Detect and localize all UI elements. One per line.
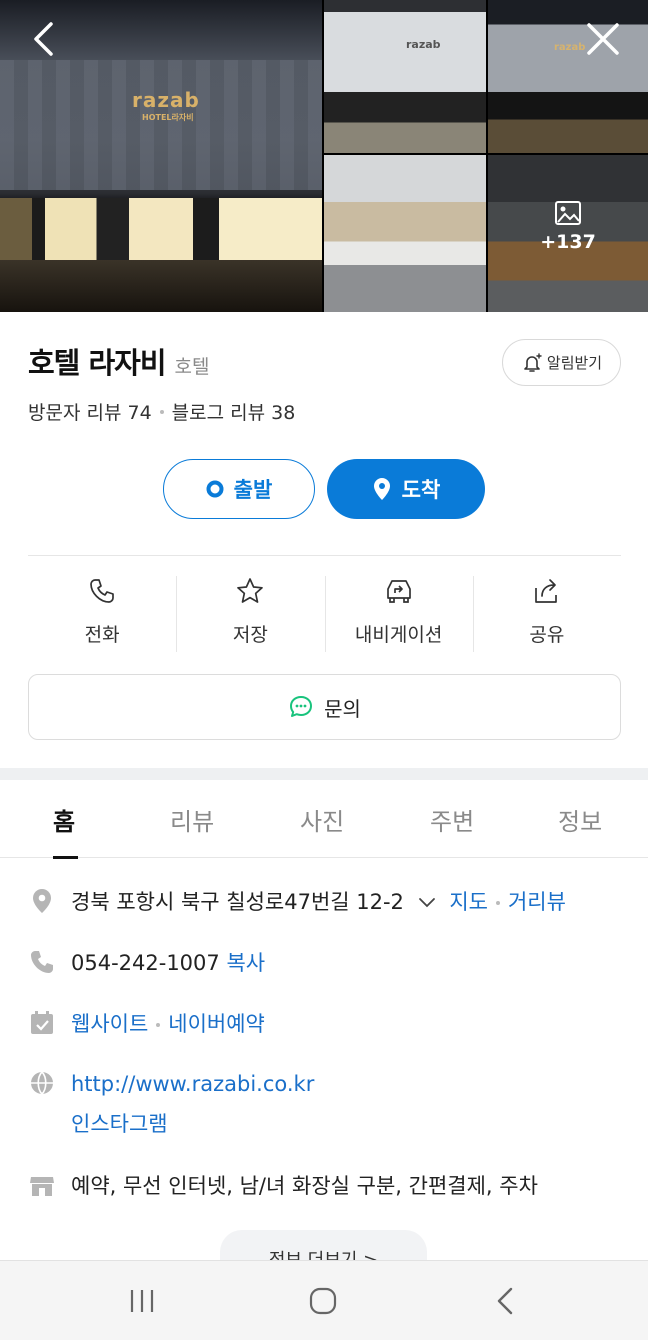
route-start-button[interactable]: 출발 xyxy=(163,459,315,519)
inquiry-label: 문의 xyxy=(324,696,361,721)
navigation-label: 내비게이션 xyxy=(354,624,443,646)
title-row: 호텔 라자비 호텔 xyxy=(28,340,209,382)
hotel-sign-text: razab xyxy=(132,88,200,112)
alarm-button[interactable]: 알림받기 xyxy=(502,339,621,386)
section-divider xyxy=(0,768,648,780)
map-link[interactable]: 지도 xyxy=(449,890,488,914)
action-row: 전화 저장 내비게이션 공유 xyxy=(28,556,621,656)
star-icon xyxy=(237,578,264,603)
back-icon[interactable] xyxy=(490,1285,522,1317)
call-label: 전화 xyxy=(84,624,120,646)
recent-apps-icon[interactable] xyxy=(126,1285,158,1317)
website-link[interactable]: 웹사이트 xyxy=(71,1012,148,1036)
tab-photos[interactable]: 사진 xyxy=(300,802,344,837)
amenities-text: 예약, 무선 인터넷, 남/녀 화장실 구분, 간편결제, 주차 xyxy=(71,1174,538,1198)
phone-number[interactable]: 054-242-1007 xyxy=(71,951,220,975)
hotel-sign-sub: HOTEL라자비 xyxy=(142,113,194,122)
close-icon xyxy=(587,23,619,55)
photo-thumb-3[interactable] xyxy=(324,155,486,312)
separator-dot xyxy=(159,409,164,414)
share-button[interactable]: 공유 xyxy=(472,556,621,656)
tab-home[interactable]: 홈 xyxy=(53,802,75,837)
homepage-row: http://www.razabi.co.kr 인스타그램 xyxy=(28,1069,314,1139)
system-navigation-bar xyxy=(0,1260,648,1340)
amenities-row: 예약, 무선 인터넷, 남/녀 화장실 구분, 간편결제, 주차 xyxy=(28,1171,538,1201)
origin-dot-icon xyxy=(206,480,224,498)
chat-bubble-icon xyxy=(290,696,313,717)
chevron-down-icon[interactable] xyxy=(417,895,437,909)
phone-icon xyxy=(31,951,53,973)
review-summary: 방문자 리뷰 74 블로그 리뷰 38 xyxy=(28,398,295,425)
address-text[interactable]: 경북 포항시 북구 칠성로47번길 12-2 xyxy=(71,890,404,914)
photo-thumb-2[interactable]: razab xyxy=(488,0,648,153)
photo-gallery[interactable]: razab HOTEL라자비 razab razab +137 xyxy=(0,0,648,312)
route-start-label: 출발 xyxy=(233,478,273,502)
photo-thumb-1[interactable]: razab xyxy=(324,0,486,153)
globe-icon xyxy=(31,1071,53,1095)
thumb2-sign: razab xyxy=(554,42,586,53)
roadview-link[interactable]: 거리뷰 xyxy=(508,890,566,914)
blog-reviews-link[interactable]: 블로그 리뷰 38 xyxy=(172,398,296,425)
photo-gallery-icon xyxy=(555,201,581,225)
tab-bar: 홈 리뷰 사진 주변 정보 xyxy=(0,780,648,859)
car-navigation-icon xyxy=(386,580,411,603)
share-label: 공유 xyxy=(529,624,565,646)
call-button[interactable]: 전화 xyxy=(28,556,176,656)
back-arrow-icon xyxy=(34,22,53,56)
save-label: 저장 xyxy=(232,624,268,646)
naver-booking-link[interactable]: 네이버예약 xyxy=(168,1012,265,1036)
ground xyxy=(0,260,322,312)
tab-info[interactable]: 정보 xyxy=(558,802,602,837)
home-icon[interactable] xyxy=(307,1285,339,1317)
active-tab-indicator xyxy=(53,856,78,859)
navigation-button[interactable]: 내비게이션 xyxy=(324,556,473,656)
storefront xyxy=(0,198,322,260)
route-end-label: 도착 xyxy=(401,478,441,502)
place-category: 호텔 xyxy=(174,356,210,378)
share-icon xyxy=(535,579,557,603)
homepage-link[interactable]: http://www.razabi.co.kr xyxy=(71,1072,314,1096)
phone-icon xyxy=(90,579,114,603)
visitor-reviews-link[interactable]: 방문자 리뷰 74 xyxy=(28,398,152,425)
phone-row: 054-242-1007 복사 xyxy=(28,948,265,978)
hotel-sign: razab HOTEL라자비 xyxy=(132,88,220,128)
inquiry-button[interactable]: 문의 xyxy=(28,674,621,740)
address-row: 경북 포항시 북구 칠성로47번길 12-2 지도 거리뷰 xyxy=(28,887,566,917)
tab-reviews[interactable]: 리뷰 xyxy=(170,802,214,837)
more-photos-count: +137 xyxy=(540,231,596,253)
separator-dot xyxy=(495,901,500,905)
place-name: 호텔 라자비 xyxy=(28,346,166,380)
tab-nearby[interactable]: 주변 xyxy=(430,802,474,837)
photo-thumb-more[interactable]: +137 xyxy=(488,155,648,312)
route-end-button[interactable]: 도착 xyxy=(327,459,485,519)
more-photos[interactable]: +137 xyxy=(488,199,648,253)
close-button[interactable] xyxy=(582,18,624,60)
location-pin-icon xyxy=(373,478,390,500)
instagram-link[interactable]: 인스타그램 xyxy=(71,1109,168,1139)
calendar-check-icon xyxy=(31,1011,53,1034)
booking-row: 웹사이트 네이버예약 xyxy=(28,1009,265,1039)
separator-dot xyxy=(156,1023,161,1027)
alarm-label: 알림받기 xyxy=(546,354,603,372)
copy-phone-link[interactable]: 복사 xyxy=(226,951,265,975)
location-pin-icon xyxy=(33,889,51,913)
thumb1-sign: razab xyxy=(406,38,441,51)
store-icon xyxy=(30,1177,54,1196)
save-button[interactable]: 저장 xyxy=(176,556,324,656)
back-button[interactable] xyxy=(24,18,66,60)
bell-icon xyxy=(524,352,542,372)
